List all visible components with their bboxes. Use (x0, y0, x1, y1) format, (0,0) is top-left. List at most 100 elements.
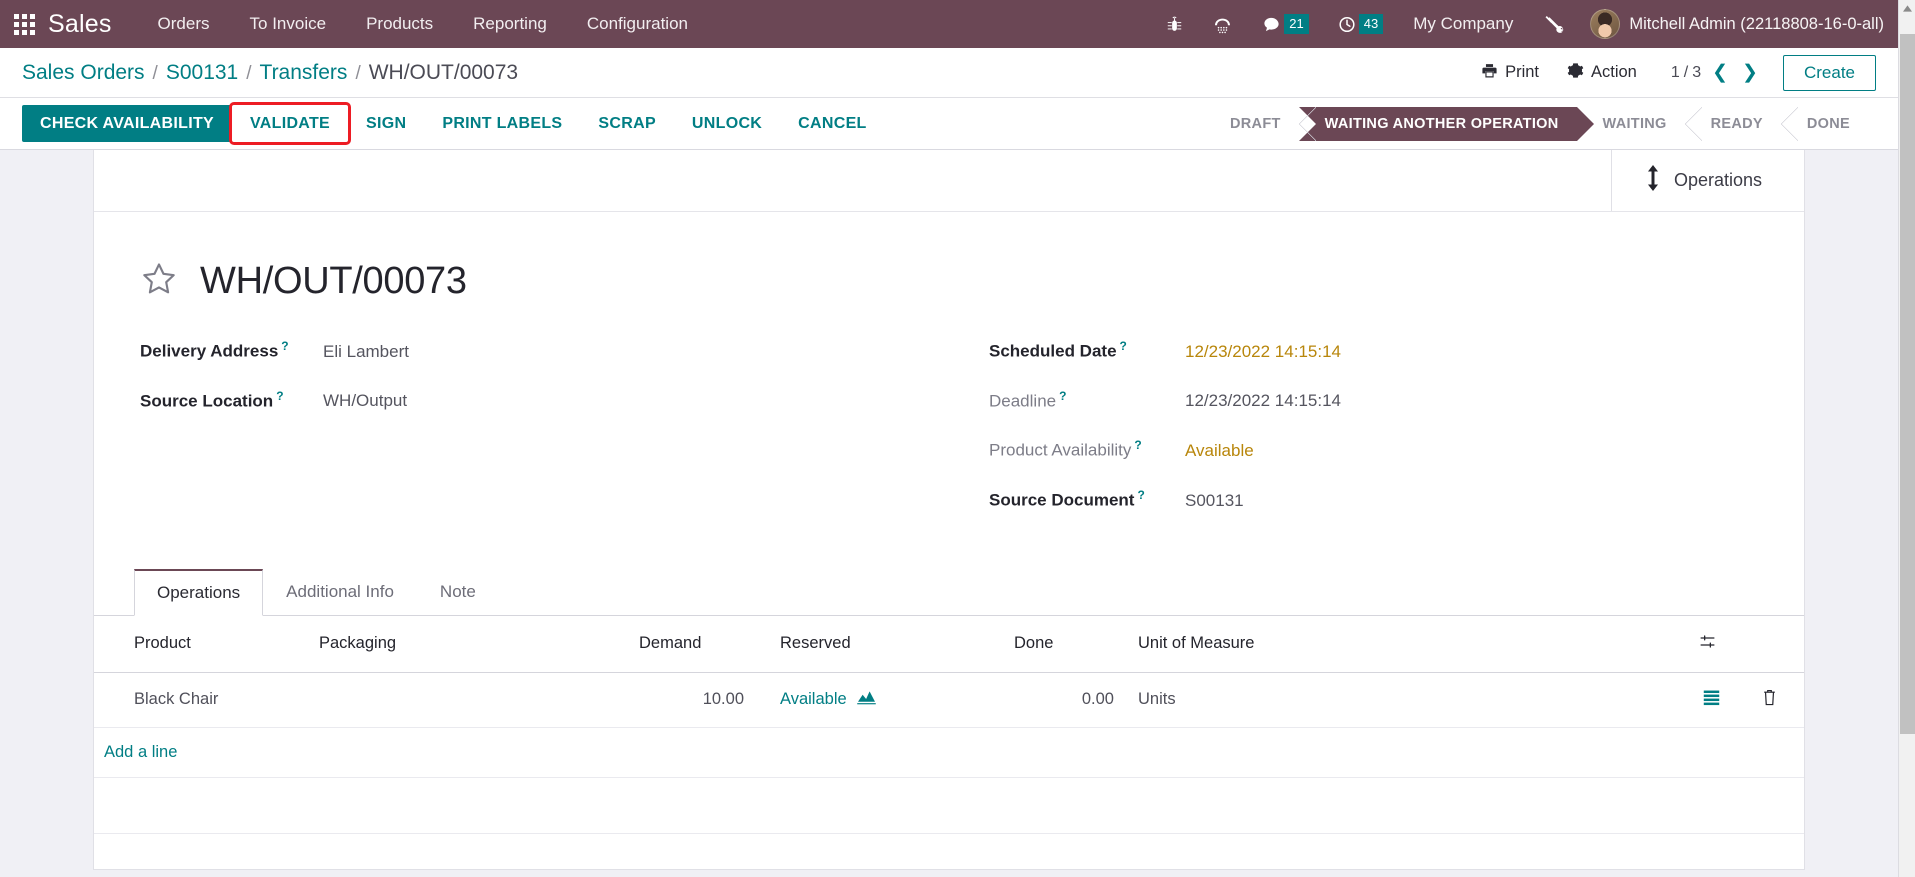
operations-smart-button-label: Operations (1673, 170, 1762, 190)
check-availability-button[interactable]: CHECK AVAILABILITY (22, 105, 232, 142)
tab-additional-info[interactable]: Additional Info (263, 569, 417, 616)
action-button[interactable]: Action (1553, 56, 1651, 90)
forecast-area-chart-icon[interactable] (856, 689, 876, 711)
menu-orders[interactable]: Orders (138, 0, 230, 48)
chevron-right-icon[interactable]: ❯ (1735, 61, 1765, 84)
print-labels-button[interactable]: PRINT LABELS (424, 105, 580, 142)
messages-chat-icon[interactable]: 21 (1247, 0, 1322, 48)
menu-to-invoice[interactable]: To Invoice (230, 0, 347, 48)
apps-menu-toggle[interactable] (0, 13, 48, 35)
field-product-availability: Product Availability? Available (989, 438, 1758, 461)
record-action-buttons: CHECK AVAILABILITY VALIDATE SIGN PRINT L… (0, 98, 885, 149)
cancel-button[interactable]: CANCEL (780, 105, 884, 142)
field-source-document: Source Document? S00131 (989, 488, 1758, 511)
field-deadline: Deadline? 12/23/2022 14:15:14 (989, 389, 1758, 412)
menu-reporting[interactable]: Reporting (453, 0, 567, 48)
record-title-row: WH/OUT/00073 (140, 260, 1758, 303)
menu-configuration[interactable]: Configuration (567, 0, 708, 48)
add-a-line-link[interactable]: Add a line (104, 743, 177, 761)
star-outline-icon[interactable] (140, 260, 178, 303)
help-tooltip-icon[interactable]: ? (281, 339, 288, 353)
field-value-delivery-address[interactable]: Eli Lambert (323, 342, 409, 362)
field-value-scheduled-date[interactable]: 12/23/2022 14:15:14 (1185, 342, 1341, 362)
bug-icon[interactable] (1151, 0, 1198, 48)
field-label: Source Document? (989, 487, 1145, 510)
pager-current[interactable]: 1 (1667, 64, 1684, 82)
breadcrumb-separator: / (246, 62, 252, 84)
tab-note[interactable]: Note (417, 569, 499, 616)
scroll-up-arrow-icon[interactable] (1899, 0, 1915, 17)
form-view-content: Operations WH/OUT/00073 Delivery Address… (0, 150, 1898, 875)
sign-button[interactable]: SIGN (348, 105, 424, 142)
field-value-deadline: 12/23/2022 14:15:14 (1185, 391, 1341, 411)
field-label: Delivery Address? (140, 339, 289, 361)
column-header-actions (1734, 615, 1804, 673)
menu-products[interactable]: Products (346, 0, 453, 48)
column-header-done: Done (1004, 615, 1124, 673)
record-sheet: Operations WH/OUT/00073 Delivery Address… (93, 150, 1805, 870)
breadcrumb-item-s00131[interactable]: S00131 (166, 61, 238, 85)
create-button[interactable]: Create (1782, 54, 1876, 91)
field-value-source-location[interactable]: WH/Output (323, 391, 407, 411)
print-button[interactable]: Print (1467, 56, 1553, 90)
column-settings-sliders-icon[interactable] (1688, 615, 1734, 673)
field-scheduled-date: Scheduled Date? 12/23/2022 14:15:14 (989, 339, 1758, 362)
status-stage-draft[interactable]: DRAFT (1214, 106, 1316, 141)
activities-clock-icon[interactable]: 43 (1323, 0, 1397, 48)
operations-smart-button[interactable]: Operations (1610, 150, 1804, 211)
column-header-demand: Demand (629, 615, 754, 673)
field-source-location: Source Location? WH/Output (140, 389, 949, 412)
top-navbar: Sales Orders To Invoice Products Reporti… (0, 0, 1898, 48)
field-label: Scheduled Date? (989, 339, 1127, 361)
breadcrumb: Sales Orders / S00131 / Transfers / WH/O… (22, 61, 518, 85)
vertical-scroll-thumb[interactable] (1900, 34, 1915, 734)
table-header-row: Product Packaging Demand Reserved Done U… (94, 615, 1804, 673)
avatar (1590, 9, 1621, 39)
cell-demand[interactable]: 10.00 (629, 672, 754, 728)
company-switcher[interactable]: My Company (1397, 14, 1529, 34)
control-panel-bottom: CHECK AVAILABILITY VALIDATE SIGN PRINT L… (0, 98, 1898, 150)
help-tooltip-icon[interactable]: ? (276, 389, 283, 403)
table-row[interactable]: Black Chair 10.00 Available 0.00 Units (94, 672, 1804, 728)
tab-operations[interactable]: Operations (134, 568, 264, 616)
page-title: WH/OUT/00073 (200, 260, 467, 302)
cell-reserved[interactable]: Available (754, 672, 1004, 728)
form-fields: Delivery Address? Eli Lambert Source Loc… (140, 339, 1758, 538)
scrap-button[interactable]: SCRAP (580, 105, 674, 142)
add-a-line-cell: Add a line (94, 727, 1804, 778)
cell-unit-of-measure[interactable]: Units (1124, 672, 1688, 728)
breadcrumb-item-sales-orders[interactable]: Sales Orders (22, 61, 145, 85)
dialpad-phone-icon[interactable] (1198, 0, 1247, 48)
cell-product[interactable]: Black Chair (94, 672, 309, 728)
action-label: Action (1591, 63, 1637, 81)
status-stage-waiting-another-operation[interactable]: WAITING ANOTHER OPERATION (1298, 106, 1594, 141)
help-tooltip-icon[interactable]: ? (1134, 438, 1141, 452)
help-tooltip-icon[interactable]: ? (1137, 488, 1144, 502)
table-filler (94, 777, 1804, 834)
vertical-scrollbar[interactable] (1898, 0, 1915, 877)
status-pipeline: DRAFT WAITING ANOTHER OPERATION WAITING … (1214, 98, 1898, 149)
help-tooltip-icon[interactable]: ? (1120, 339, 1127, 353)
app-brand-sales[interactable]: Sales (48, 10, 138, 39)
add-a-line-row[interactable]: Add a line (94, 727, 1804, 778)
validate-button[interactable]: VALIDATE (228, 102, 352, 145)
field-label: Deadline? (989, 388, 1067, 411)
trash-delete-icon[interactable] (1734, 672, 1804, 728)
column-header-reserved: Reserved (754, 615, 1004, 673)
cell-done[interactable]: 0.00 (1004, 672, 1124, 728)
column-header-product: Product (94, 615, 309, 673)
unlock-button[interactable]: UNLOCK (674, 105, 780, 142)
field-value-source-document[interactable]: S00131 (1185, 491, 1244, 511)
chevron-left-icon[interactable]: ❮ (1705, 61, 1735, 84)
user-name-label: Mitchell Admin (22118808-16-0-all) (1629, 14, 1884, 33)
cell-packaging[interactable] (309, 672, 629, 728)
notebook-tabs: Operations Additional Info Note (94, 568, 1804, 616)
messages-badge-count: 21 (1284, 14, 1309, 34)
detailed-operations-list-icon[interactable] (1688, 672, 1734, 728)
breadcrumb-item-transfers[interactable]: Transfers (260, 61, 348, 85)
help-tooltip-icon[interactable]: ? (1059, 389, 1066, 403)
tools-wrench-screwdriver-icon[interactable] (1529, 0, 1580, 48)
apps-grid-icon (13, 13, 35, 35)
field-label: Source Location? (140, 388, 284, 411)
user-menu[interactable]: Mitchell Admin (22118808-16-0-all) (1580, 9, 1884, 39)
